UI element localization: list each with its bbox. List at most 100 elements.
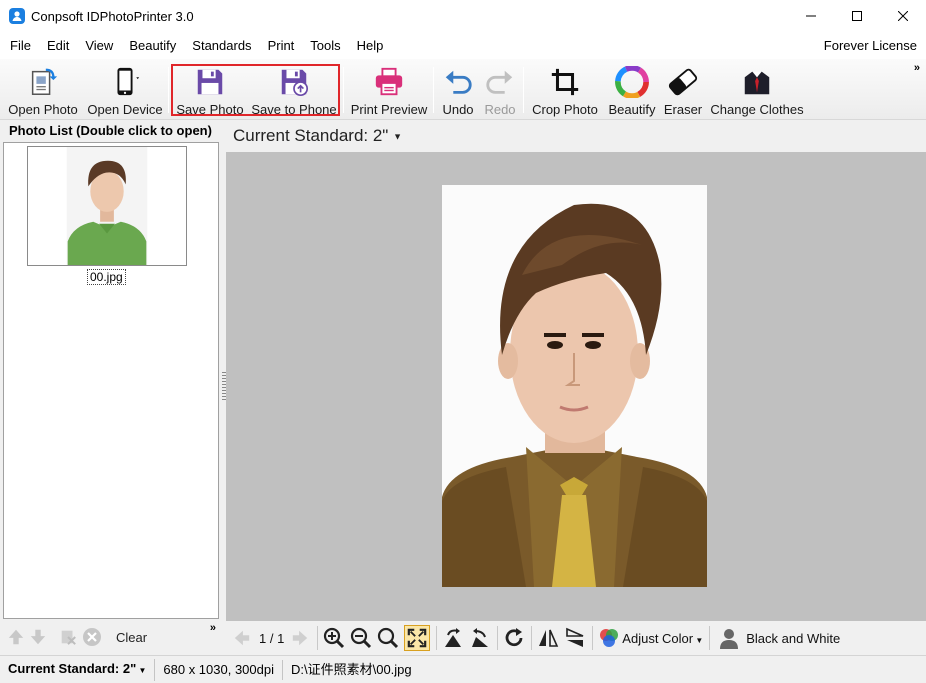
toolbar-overflow-button[interactable]: »: [914, 62, 920, 74]
menu-beautify[interactable]: Beautify: [121, 32, 184, 59]
crop-photo-button[interactable]: Crop Photo: [529, 63, 601, 117]
photo-canvas[interactable]: [226, 152, 926, 621]
flip-horizontal-icon: [539, 629, 559, 647]
app-logo-icon: [9, 8, 25, 24]
license-label[interactable]: Forever License: [824, 32, 917, 59]
close-button[interactable]: [880, 0, 926, 32]
arrow-left-icon: [234, 630, 250, 646]
status-bar: Current Standard: 2" ▼ 680 x 1030, 300dp…: [0, 655, 926, 683]
previous-page-button[interactable]: [231, 627, 253, 649]
flip-horizontal-button[interactable]: [537, 627, 559, 649]
remove-photo-button[interactable]: [58, 627, 78, 647]
menu-standards[interactable]: Standards: [184, 32, 259, 59]
status-file-path: D:\证件照素材\00.jpg: [291, 661, 412, 677]
status-standard-label: Current Standard: 2": [8, 660, 137, 676]
page-indicator: 1 / 1: [259, 630, 285, 646]
rotate-left-button[interactable]: [442, 627, 464, 649]
color-wheel-icon: [615, 66, 649, 98]
photo-filename[interactable]: 00.jpg: [87, 269, 126, 285]
menu-bar: File Edit View Beautify Standards Print …: [0, 32, 926, 59]
undo-label: Undo: [442, 102, 474, 117]
zoom-in-button[interactable]: [323, 627, 345, 649]
flip-vertical-icon: [566, 627, 584, 647]
adjust-color-button[interactable]: Adjust Color ▼: [622, 631, 703, 646]
fit-to-window-button[interactable]: [404, 625, 431, 651]
save-group-highlight: [171, 64, 340, 116]
open-device-label: Open Device: [87, 102, 163, 117]
current-standard-dropdown[interactable]: Current Standard: 2" ▼: [226, 120, 926, 152]
move-down-button[interactable]: [28, 627, 48, 647]
adjust-color-label: Adjust Color: [622, 630, 694, 646]
remove-photo-icon: [61, 630, 76, 645]
arrow-down-icon: [30, 629, 46, 645]
maximize-icon: [852, 11, 862, 21]
toolbar-separator: [709, 626, 711, 650]
eraser-label: Eraser: [663, 102, 703, 117]
status-standard[interactable]: Current Standard: 2" ▼: [0, 658, 156, 681]
status-dimensions: 680 x 1030, 300dpi: [155, 659, 283, 680]
menu-print[interactable]: Print: [260, 32, 303, 59]
main-area: Current Standard: 2" ▼ 1 / 1 Adjust Colo…: [226, 120, 926, 655]
photo-list-toolbar: Clear: [0, 620, 222, 654]
toolbar-separator: [343, 67, 344, 113]
arrow-right-icon: [293, 630, 308, 646]
toolbar: Open Photo Open Device Save Photo Save t…: [0, 59, 926, 120]
menu-file[interactable]: File: [0, 32, 39, 59]
open-photo-label: Open Photo: [8, 102, 78, 117]
zoom-in-icon: [324, 627, 345, 649]
chevron-down-icon: ▼: [136, 665, 147, 675]
thumbnail-image: [28, 147, 186, 265]
eraser-icon: [668, 68, 698, 96]
crop-icon: [551, 68, 579, 96]
image-tools-bar: 1 / 1 Adjust Color ▼ Black and White: [226, 621, 926, 655]
portrait-image: [442, 185, 707, 587]
arrow-up-icon: [8, 629, 24, 645]
toolbar-separator: [592, 626, 594, 650]
toolbar-separator: [433, 67, 434, 113]
zoom-out-button[interactable]: [350, 627, 372, 649]
change-clothes-label: Change Clothes: [710, 102, 804, 117]
photo-thumbnail[interactable]: [27, 146, 187, 266]
redo-icon: [486, 70, 513, 94]
clear-button[interactable]: Clear: [116, 630, 147, 645]
black-and-white-button[interactable]: Black and White: [746, 631, 840, 646]
photo-list-header: Photo List (Double click to open): [9, 123, 212, 138]
window-title: Conpsoft IDPhotoPrinter 3.0: [31, 8, 194, 24]
rotate-right-button[interactable]: [469, 627, 491, 649]
undo-button[interactable]: Undo: [439, 63, 477, 117]
title-bar: Conpsoft IDPhotoPrinter 3.0: [0, 0, 926, 32]
minimize-button[interactable]: [788, 0, 834, 32]
open-device-button[interactable]: Open Device: [86, 63, 164, 117]
redo-button[interactable]: Redo: [480, 63, 520, 117]
menu-view[interactable]: View: [77, 32, 121, 59]
maximize-button[interactable]: [834, 0, 880, 32]
delete-button[interactable]: [82, 627, 102, 647]
id-photo[interactable]: [442, 185, 707, 587]
toolbar-separator: [168, 67, 169, 113]
beautify-button[interactable]: Beautify: [606, 63, 658, 117]
toolbar-separator: [523, 67, 524, 113]
toolbar-separator: [531, 626, 533, 650]
change-clothes-button[interactable]: Change Clothes: [709, 63, 805, 117]
redo-label: Redo: [484, 102, 516, 117]
menu-tools[interactable]: Tools: [302, 32, 348, 59]
print-preview-button[interactable]: Print Preview: [349, 63, 429, 117]
menu-edit[interactable]: Edit: [39, 32, 77, 59]
rgb-circles-icon: [600, 629, 619, 647]
toolbar-separator: [317, 626, 319, 650]
flip-vertical-button[interactable]: [564, 627, 586, 649]
person-icon-wrap: [718, 627, 740, 649]
phone-icon: [117, 67, 140, 96]
zoom-actual-button[interactable]: [377, 627, 399, 649]
photo-list[interactable]: 00.jpg: [3, 142, 219, 619]
move-up-button[interactable]: [6, 627, 26, 647]
minimize-icon: [806, 15, 816, 17]
undo-icon: [445, 70, 472, 94]
menu-help[interactable]: Help: [349, 32, 392, 59]
refresh-button[interactable]: [503, 627, 525, 649]
eraser-button[interactable]: Eraser: [661, 63, 705, 117]
next-page-button[interactable]: [289, 627, 311, 649]
photo-list-overflow-button[interactable]: »: [210, 622, 216, 634]
open-photo-button[interactable]: Open Photo: [6, 63, 80, 117]
close-icon: [898, 11, 908, 21]
